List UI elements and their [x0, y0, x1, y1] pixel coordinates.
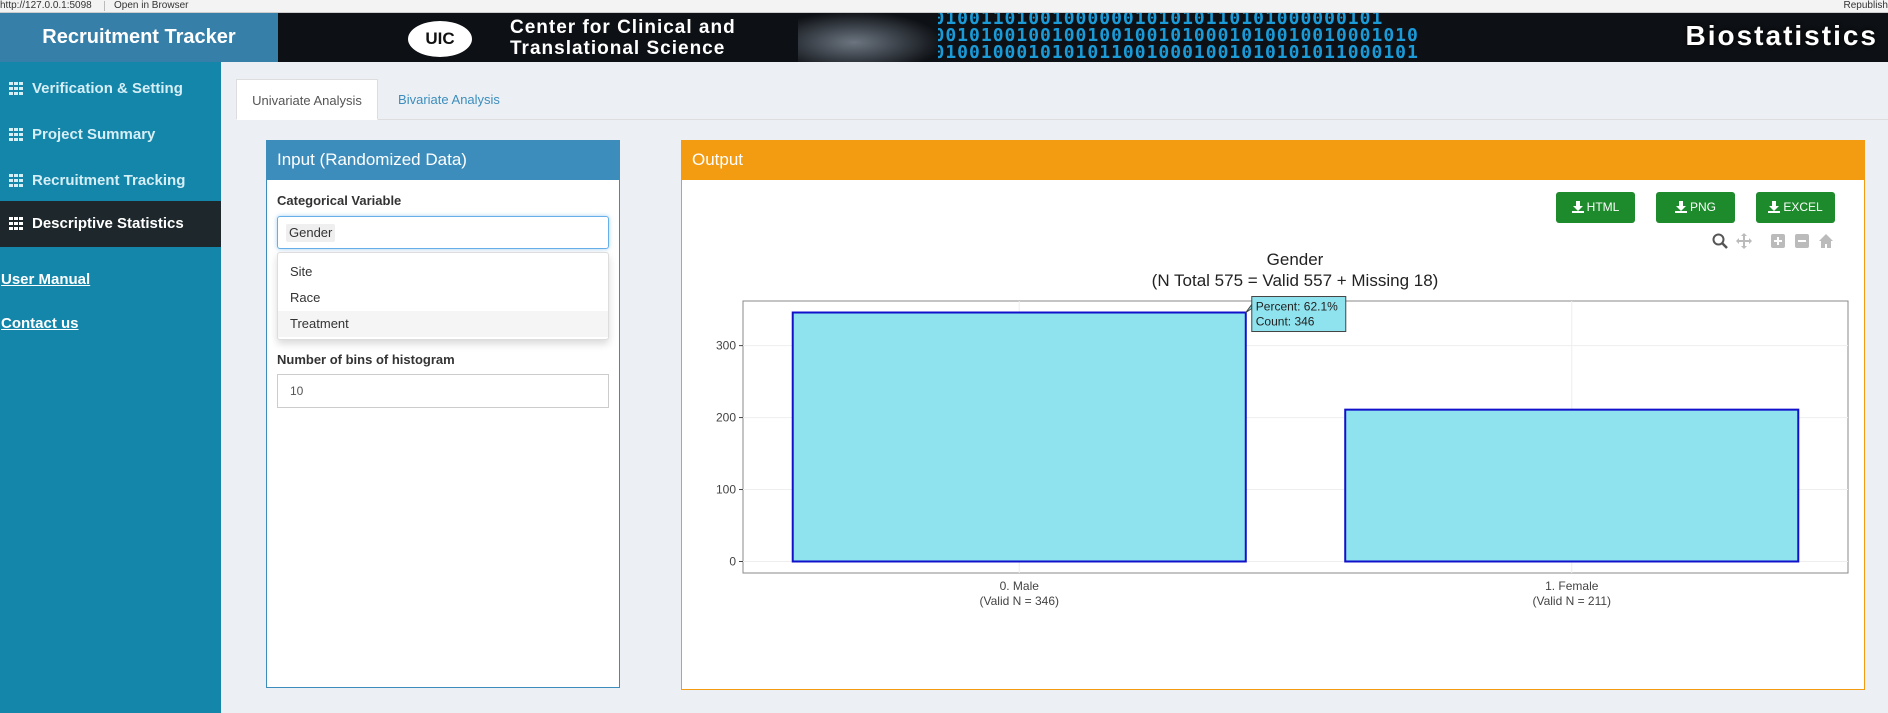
download-png-button[interactable]: PNG [1656, 192, 1735, 223]
dropdown-option-treatment[interactable]: Treatment [278, 311, 608, 337]
input-panel-title: Input (Randomized Data) [266, 140, 620, 180]
grid-icon [9, 82, 23, 95]
app-title: Recruitment Tracker [0, 13, 278, 62]
download-icon [1674, 201, 1687, 213]
chart-modebar [1712, 233, 1862, 251]
dropdown-option-race[interactable]: Race [278, 285, 608, 311]
download-icon [1768, 201, 1781, 213]
categorical-variable-select[interactable]: Gender [277, 216, 609, 249]
bins-label: Number of bins of histogram [277, 352, 455, 367]
browser-bar: http://127.0.0.1:5098 Open in Browser Re… [0, 0, 1888, 13]
button-label: EXCEL [1783, 200, 1823, 214]
selected-value-chip[interactable]: Gender [286, 224, 336, 242]
zoom-icon[interactable] [1712, 233, 1728, 249]
pan-icon[interactable] [1736, 233, 1752, 249]
categorical-variable-label: Categorical Variable [277, 193, 402, 208]
download-icon [1571, 201, 1584, 213]
sidebar-item-recruitment-tracking[interactable]: Recruitment Tracking [0, 158, 221, 204]
open-in-browser-button[interactable]: Open in Browser [114, 0, 188, 12]
dropdown-option-site[interactable]: Site [278, 259, 608, 285]
grid-icon [9, 217, 23, 230]
tab-bivariate-analysis[interactable]: Bivariate Analysis [384, 79, 514, 120]
grid-icon [9, 128, 23, 141]
header-banner: 1010100110100100000010101011010100000010… [278, 13, 1888, 62]
sidebar-item-label: Project Summary [32, 126, 156, 143]
user-manual-link[interactable]: User Manual [1, 271, 90, 288]
banner-center-text: Center for Clinical and Translational Sc… [510, 17, 736, 59]
sidebar-item-descriptive-statistics[interactable]: Descriptive Statistics [0, 201, 221, 247]
sidebar-item-label: Descriptive Statistics [32, 215, 184, 232]
zoom-in-icon[interactable] [1770, 233, 1786, 249]
tab-univariate-analysis[interactable]: Univariate Analysis [236, 79, 378, 120]
categorical-dropdown: Site Race Treatment [277, 252, 609, 340]
grid-icon [9, 174, 23, 187]
banner-line1: Center for Clinical and [510, 17, 736, 38]
button-label: HTML [1586, 200, 1620, 214]
contact-us-link[interactable]: Contact us [1, 315, 79, 332]
bins-input[interactable]: 10 [277, 374, 609, 408]
download-excel-button[interactable]: EXCEL [1756, 192, 1835, 223]
download-html-button[interactable]: HTML [1556, 192, 1635, 223]
home-icon[interactable] [1818, 233, 1834, 249]
republish-button[interactable]: Republish [1844, 0, 1888, 12]
sidebar-item-label: Recruitment Tracking [32, 172, 186, 189]
banner-line2: Translational Science [510, 38, 726, 59]
sidebar-item-verification[interactable]: Verification & Setting [0, 66, 221, 112]
sidebar: Verification & Setting Project Summary R… [0, 62, 221, 713]
sidebar-item-label: Verification & Setting [32, 80, 183, 97]
face-image [798, 13, 938, 62]
zoom-out-icon[interactable] [1794, 233, 1810, 249]
output-panel-title: Output [681, 140, 1865, 180]
sidebar-item-project-summary[interactable]: Project Summary [0, 112, 221, 158]
uic-logo: UIC [408, 21, 472, 57]
url-text[interactable]: http://127.0.0.1:5098 [0, 0, 92, 12]
button-label: PNG [1689, 200, 1716, 214]
divider [104, 1, 105, 11]
banner-biostatistics: Biostatistics [1685, 20, 1878, 51]
